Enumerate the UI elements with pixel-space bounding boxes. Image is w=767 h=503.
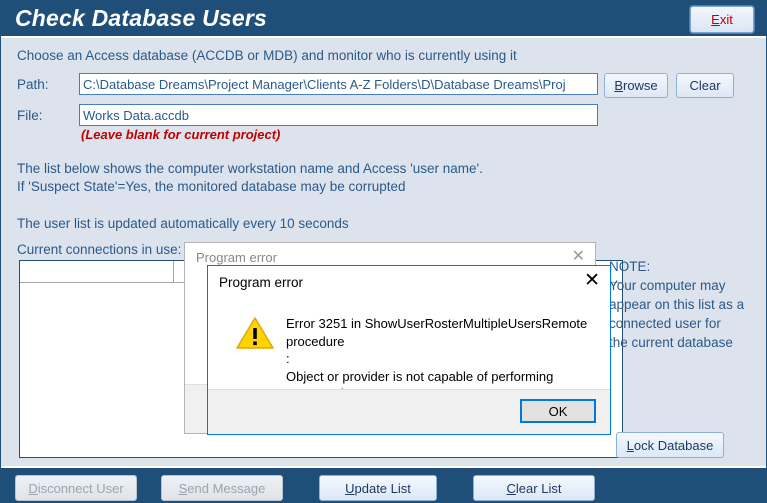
background-error-title: Program error	[196, 250, 277, 265]
path-label: Path:	[17, 77, 49, 92]
program-error-footer: OK	[208, 389, 610, 434]
error-message-line-2: :	[286, 350, 598, 368]
exit-button[interactable]: Exit	[690, 6, 754, 33]
program-error-title: Program error	[219, 275, 303, 290]
info-line-3: The user list is updated automatically e…	[17, 216, 349, 231]
footer-toolbar: Disconnect User Send Message Update List…	[1, 466, 766, 502]
close-icon[interactable]: ✕	[584, 270, 600, 290]
current-connections-label: Current connections in use:	[17, 242, 181, 257]
send-message-button[interactable]: Send Message	[161, 475, 283, 501]
close-icon[interactable]: ✕	[572, 248, 585, 266]
intro-text: Choose an Access database (ACCDB or MDB)…	[17, 48, 517, 63]
browse-label-rest: rowse	[623, 78, 658, 93]
file-hint: (Leave blank for current project)	[81, 127, 280, 142]
update-accel: U	[345, 481, 354, 496]
disconnect-label-rest: isconnect User	[38, 481, 124, 496]
clear-path-button[interactable]: Clear	[676, 73, 734, 98]
clear-list-button[interactable]: Clear List	[473, 475, 595, 501]
program-error-dialog: Program error ✕ Error 3251 in ShowUserRo…	[207, 265, 611, 435]
page-title: Check Database Users	[15, 5, 267, 32]
send-label-rest: end Message	[187, 481, 265, 496]
info-line-2: If 'Suspect State'=Yes, the monitored da…	[17, 179, 406, 194]
clear-list-accel: C	[507, 481, 516, 496]
disconnect-user-button[interactable]: Disconnect User	[15, 475, 137, 501]
ok-button[interactable]: OK	[520, 399, 596, 423]
check-database-users-window: Check Database Users Exit Choose an Acce…	[0, 0, 767, 503]
lock-accel: L	[627, 438, 634, 453]
browse-button[interactable]: Browse	[604, 73, 668, 98]
file-label: File:	[17, 108, 43, 123]
clear-list-label-rest: lear List	[516, 481, 562, 496]
error-message-line-1: Error 3251 in ShowUserRosterMultipleUser…	[286, 315, 598, 350]
send-accel: S	[179, 481, 188, 496]
update-list-button[interactable]: Update List	[319, 475, 437, 501]
note-block: NOTE: Your computer may appear on this l…	[609, 257, 759, 352]
note-line-4: the current database	[609, 333, 759, 352]
update-label-rest: pdate List	[355, 481, 411, 496]
note-line-2: appear on this list as a	[609, 295, 759, 314]
window-titlebar: Check Database Users Exit	[1, 1, 766, 38]
note-title: NOTE:	[609, 257, 759, 276]
file-input[interactable]	[79, 104, 598, 126]
warning-triangle-icon	[236, 316, 274, 350]
note-line-1: Your computer may	[609, 276, 759, 295]
browse-accel: B	[614, 78, 623, 93]
path-input[interactable]	[79, 73, 598, 95]
info-line-1: The list below shows the computer workst…	[17, 161, 483, 176]
lock-label-rest: ock Database	[634, 438, 714, 453]
disconnect-accel: D	[28, 481, 37, 496]
exit-label-rest: xit	[720, 12, 733, 27]
exit-accel: E	[711, 12, 720, 27]
note-line-3: connected user for	[609, 314, 759, 333]
list-column-divider	[173, 261, 174, 283]
lock-database-button[interactable]: Lock Database	[616, 432, 724, 458]
